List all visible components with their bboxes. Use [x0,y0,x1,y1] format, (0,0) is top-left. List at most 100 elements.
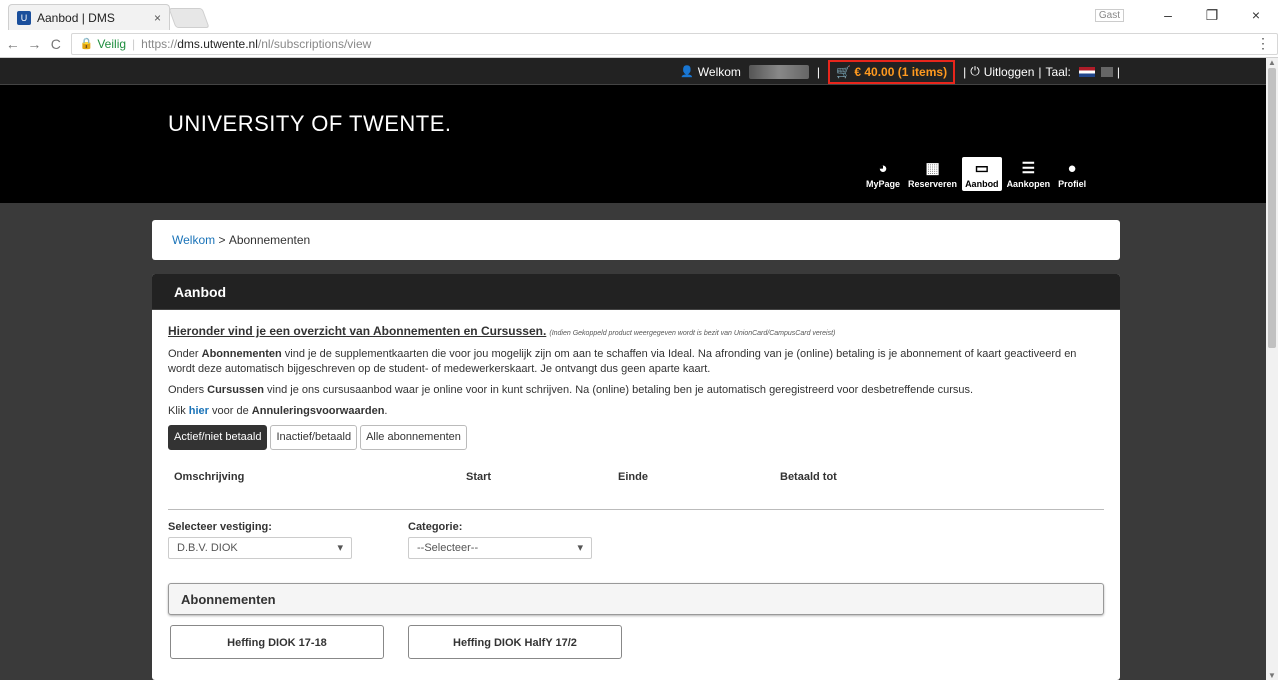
text-fragment: Onder [168,348,202,360]
text-bold: Abonnementen [201,348,282,360]
text-fragment: . [384,405,388,417]
text-fragment: Klik [168,405,189,417]
filter-inactive-paid-button[interactable]: Inactief/betaald [270,425,358,450]
nav-label: Aankopen [1006,179,1051,189]
tab-close-icon[interactable]: × [154,11,161,25]
column-end: Einde [618,471,648,483]
address-bar: ← → C 🔒 Veilig | https:// dms.utwente.nl… [0,30,1278,58]
url-host: dms.utwente.nl [177,36,258,51]
nav-item-aankopen[interactable]: ☰ Aankopen [1004,157,1054,191]
back-arrow-icon[interactable]: ← [4,36,22,52]
subscription-card[interactable]: Heffing DIOK HalfY 17/2 [408,625,622,659]
breadcrumb-home-link[interactable]: Welkom [172,233,215,247]
url-separator: | [132,36,136,51]
browser-menu-icon[interactable]: ⋮ [1256,35,1270,52]
panel-title: Aanbod [152,274,1120,310]
username-redacted [748,64,809,79]
user-icon: 👤 [680,66,694,78]
url-scheme: https:// [141,36,178,51]
cancellation-info: Klik hier voor de Annuleringsvoorwaarden… [168,404,1104,419]
cart-total: € 40.00 (1 items) [854,64,948,79]
nav-item-reserveren[interactable]: ▦ Reserveren [905,157,960,191]
category-label: Categorie: [408,521,463,533]
nav-item-profiel[interactable]: ● Profiel [1055,157,1089,191]
topbar-separator: | [963,64,967,79]
site-favicon-icon: U [17,10,31,25]
text-fragment: vind je de supplementkaarten die voor jo… [168,348,1077,375]
scroll-up-icon[interactable]: ▲ [1268,58,1276,67]
nav-label: MyPage [866,179,901,189]
nav-item-aanbod[interactable]: ▭ Aanbod [962,157,1002,191]
chevron-down-icon: ▾ [337,541,343,554]
location-select[interactable]: D.B.V. DIOK ▾ [168,537,352,559]
new-tab-button[interactable] [168,8,210,28]
browser-tab[interactable]: U Aanbod | DMS × [8,4,170,30]
table-header: Omschrijving Start Einde Betaald tot [168,470,1104,510]
logout-link[interactable]: Uitloggen [984,65,1035,79]
forward-arrow-icon[interactable]: → [26,36,44,52]
url-path: /nl/subscriptions/view [257,36,372,51]
site-header: UNIVERSITY OF TWENTE. ◕ MyPage ▦ Reserve… [0,85,1266,203]
breadcrumb: Welkom > Abonnementen [152,220,1120,260]
text-bold: Annuleringsvoorwaarden [251,405,385,417]
subscriptions-info: Onder Abonnementen vind je de supplement… [168,347,1104,377]
text-fragment: Onders [168,384,208,396]
intro-title: Hieronder vind je een overzicht van Abon… [168,324,547,338]
reload-icon[interactable]: C [47,36,65,52]
cancellation-link[interactable]: hier [189,405,209,417]
location-label: Selecteer vestiging: [168,521,272,533]
nav-label: Profiel [1058,179,1087,189]
cart-icon: 🛒 [836,64,851,79]
subscriptions-heading: Abonnementen [168,583,1104,615]
column-start: Start [466,471,492,483]
welcome-link[interactable]: Welkom [698,65,741,79]
lock-icon: 🔒 [79,38,94,50]
category-value: --Selecteer-- [417,541,479,554]
nav-label: Reserveren [908,179,958,189]
topbar-separator: | [1038,64,1042,79]
scroll-down-icon[interactable]: ▼ [1268,671,1276,680]
tab-title: Aanbod | DMS [37,10,115,25]
cart-button[interactable]: 🛒 € 40.00 (1 items) [828,59,956,84]
close-window-button[interactable]: × [1234,7,1278,23]
page-scrollbar[interactable]: ▲ ▼ [1266,58,1278,680]
nav-label: Aanbod [965,179,999,189]
university-logo[interactable]: UNIVERSITY OF TWENTE. [168,111,452,137]
subscription-card[interactable]: Heffing DIOK 17-18 [170,625,384,659]
status-filter-group: Actief/niet betaald Inactief/betaald All… [168,425,1104,450]
text-bold: Cursussen [207,384,264,396]
maximize-button[interactable]: ❐ [1190,7,1234,24]
location-value: D.B.V. DIOK [177,541,238,554]
minimize-button[interactable]: – [1146,7,1190,23]
window-controls: Gast – ❐ × [1094,0,1278,30]
power-icon: ⏻ [970,64,980,78]
list-icon: ☰ [1021,160,1036,177]
calendar-icon: ▦ [925,160,940,177]
guest-profile-badge[interactable]: Gast [1094,8,1124,22]
language-label: Taal: [1045,64,1071,79]
card-icon: ▭ [974,160,989,177]
text-fragment: voor de [208,405,252,417]
chevron-down-icon: ▾ [577,541,583,554]
site-topbar: 👤 Welkom | 🛒 € 40.00 (1 items) | ⏻ Uitlo… [0,58,1266,85]
text-fragment: vind je ons cursusaanbod waar je online … [264,384,974,396]
nav-item-mypage[interactable]: ◕ MyPage [863,157,903,191]
filter-all-button[interactable]: Alle abonnementen [360,425,467,450]
user-icon: ● [1067,160,1077,177]
breadcrumb-current: Abonnementen [228,233,311,247]
filter-active-unpaid-button[interactable]: Actief/niet betaald [168,425,268,450]
topbar-separator: | [1116,64,1120,79]
category-select[interactable]: --Selecteer-- ▾ [408,537,592,559]
flag-en-icon[interactable] [1100,66,1113,77]
intro-note: (Indien Gekoppeld product weergegeven wo… [549,330,836,337]
scrollbar-thumb[interactable] [1268,68,1276,348]
url-input[interactable]: 🔒 Veilig | https:// dms.utwente.nl /nl/s… [70,32,1278,55]
breadcrumb-separator: > [215,233,229,247]
subscription-cards: Heffing DIOK 17-18 Heffing DIOK HalfY 17… [168,625,1104,659]
flag-nl-icon[interactable] [1078,66,1095,77]
courses-info: Onders Cursussen vind je ons cursusaanbo… [168,383,1104,398]
filter-selects: Selecteer vestiging: D.B.V. DIOK ▾ Categ… [168,520,1104,559]
topbar-separator: | [816,64,821,79]
dashboard-icon: ◕ [878,160,888,177]
browser-tabstrip: U Aanbod | DMS × Gast – ❐ × [0,0,1278,30]
